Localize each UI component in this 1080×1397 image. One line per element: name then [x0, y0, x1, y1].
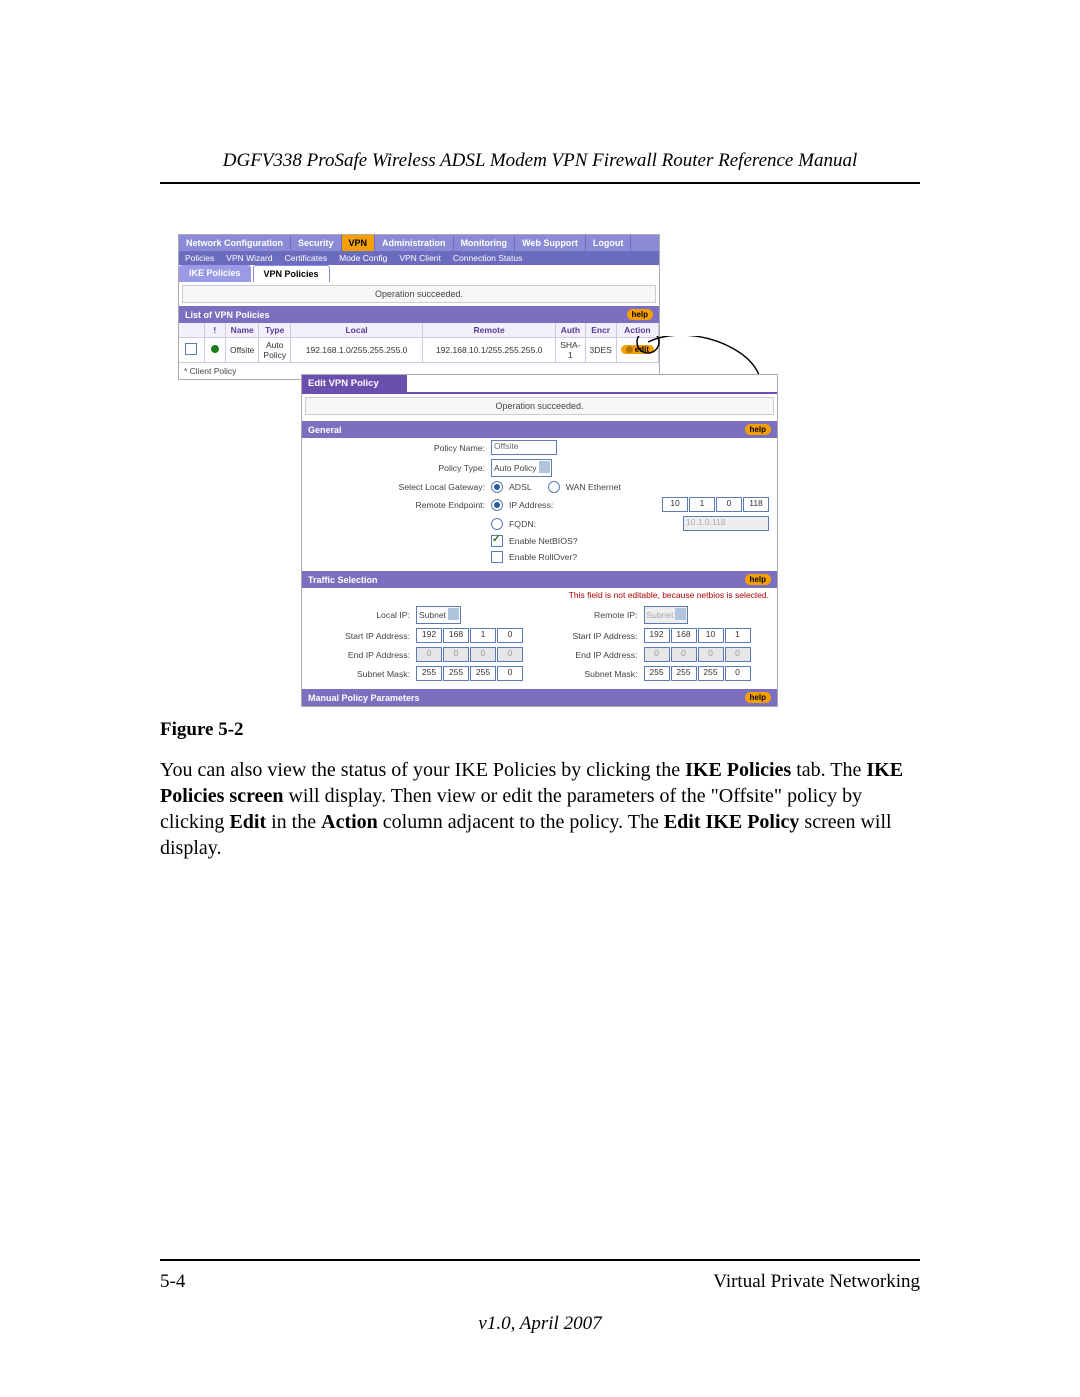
- col-local: Local: [291, 323, 423, 338]
- tabs: IKE Policies VPN Policies: [179, 265, 659, 282]
- checkbox-rollover[interactable]: [491, 551, 503, 563]
- page-number: 5-4: [160, 1271, 185, 1293]
- radio-ip-label: IP Address:: [509, 500, 553, 510]
- list-title: List of VPN Policies: [185, 310, 270, 320]
- edit-vpn-policy-panel: Edit VPN Policy Operation succeeded. Gen…: [301, 374, 778, 707]
- radio-fqdn-label: FQDN:: [509, 519, 536, 529]
- policy-type-select[interactable]: Auto Policy: [491, 459, 552, 477]
- sub-nav: Policies VPN Wizard Certificates Mode Co…: [179, 251, 659, 265]
- traffic-note: This field is not editable, because netb…: [302, 588, 777, 604]
- doc-version: v1.0, April 2007: [160, 1313, 920, 1335]
- figure-caption: Figure 5-2: [160, 719, 920, 741]
- local-ip-mode-select[interactable]: Subnet: [416, 606, 461, 624]
- operation-status: Operation succeeded.: [182, 285, 656, 303]
- nav-monitoring[interactable]: Monitoring: [454, 235, 516, 251]
- checkbox-netbios[interactable]: [491, 535, 503, 547]
- policy-type-label: Policy Type:: [310, 463, 491, 473]
- nav-netconf[interactable]: Network Configuration: [179, 235, 291, 251]
- nav-security[interactable]: Security: [291, 235, 342, 251]
- fqdn-input: 10.1.0.118: [683, 516, 769, 531]
- row-type: Auto Policy: [259, 338, 291, 363]
- radio-ip[interactable]: [491, 499, 503, 511]
- col-action: Action: [616, 323, 658, 338]
- remote-mask-label: Subnet Mask:: [548, 669, 644, 679]
- rollover-label: Enable RollOver?: [509, 552, 577, 562]
- main-nav: Network Configuration Security VPN Admin…: [179, 235, 659, 251]
- edit-panel-title: Edit VPN Policy: [302, 375, 407, 392]
- section-traffic-label: Traffic Selection: [308, 575, 378, 585]
- col-status: !: [204, 323, 226, 338]
- subnav-certificates[interactable]: Certificates: [279, 251, 334, 265]
- local-end-ip-input: 0000: [416, 647, 523, 662]
- list-header: List of VPN Policies help: [179, 306, 659, 323]
- row-checkbox[interactable]: [185, 343, 197, 355]
- nav-websupport[interactable]: Web Support: [515, 235, 586, 251]
- radio-fqdn[interactable]: [491, 518, 503, 530]
- body-paragraph: You can also view the status of your IKE…: [160, 757, 920, 861]
- help-badge[interactable]: help: [627, 309, 653, 320]
- subnav-vpnwizard[interactable]: VPN Wizard: [220, 251, 278, 265]
- section-general: General help: [302, 421, 777, 438]
- tab-ike-policies[interactable]: IKE Policies: [179, 265, 251, 282]
- subnav-modeconfig[interactable]: Mode Config: [333, 251, 393, 265]
- radio-wan-label: WAN Ethernet: [566, 482, 621, 492]
- remote-endpoint-label: Remote Endpoint:: [310, 500, 491, 510]
- help-badge[interactable]: help: [745, 692, 771, 703]
- vpn-policies-table: ! Name Type Local Remote Auth Encr Actio…: [179, 323, 659, 363]
- nav-logout[interactable]: Logout: [586, 235, 632, 251]
- local-start-label: Start IP Address:: [310, 631, 416, 641]
- figure-screenshot: Network Configuration Security VPN Admin…: [178, 234, 788, 704]
- row-name: Offsite: [226, 338, 259, 363]
- policy-name-label: Policy Name:: [310, 443, 491, 453]
- local-mask-label: Subnet Mask:: [310, 669, 416, 679]
- remote-ip-input[interactable]: 10 1 0 118: [662, 497, 769, 512]
- gateway-label: Select Local Gateway:: [310, 482, 491, 492]
- row-encr: 3DES: [585, 338, 616, 363]
- policy-name-input[interactable]: Offsite: [491, 440, 557, 455]
- subnav-vpnclient[interactable]: VPN Client: [393, 251, 447, 265]
- subnav-policies[interactable]: Policies: [179, 251, 220, 265]
- col-encr: Encr: [585, 323, 616, 338]
- col-auth: Auth: [556, 323, 585, 338]
- col-name: Name: [226, 323, 259, 338]
- radio-adsl-label: ADSL: [509, 482, 532, 492]
- remote-ip-mode-select: Subnet: [644, 606, 689, 624]
- local-start-ip-input[interactable]: 19216810: [416, 628, 523, 643]
- radio-wan[interactable]: [548, 481, 560, 493]
- vpn-policies-panel: Network Configuration Security VPN Admin…: [178, 234, 660, 380]
- section-manual-label: Manual Policy Parameters: [308, 693, 420, 703]
- operation-status-2: Operation succeeded.: [305, 397, 774, 415]
- help-badge[interactable]: help: [745, 424, 771, 435]
- remote-ip-label: Remote IP:: [548, 610, 644, 620]
- status-dot-icon: [211, 345, 219, 353]
- section-traffic: Traffic Selection help: [302, 571, 777, 588]
- col-type: Type: [259, 323, 291, 338]
- remote-start-label: Start IP Address:: [548, 631, 644, 641]
- edit-button[interactable]: edit: [621, 345, 654, 354]
- col-remote: Remote: [423, 323, 556, 338]
- section-manual: Manual Policy Parameters help: [302, 689, 777, 706]
- nav-vpn[interactable]: VPN: [342, 235, 376, 251]
- netbios-label: Enable NetBIOS?: [509, 536, 578, 546]
- page-footer: 5-4 Virtual Private Networking v1.0, Apr…: [160, 1259, 920, 1335]
- row-local: 192.168.1.0/255.255.255.0: [291, 338, 423, 363]
- row-remote: 192.168.10.1/255.255.255.0: [423, 338, 556, 363]
- remote-end-ip-input: 0000: [644, 647, 751, 662]
- radio-adsl[interactable]: [491, 481, 503, 493]
- subnav-connstatus[interactable]: Connection Status: [447, 251, 528, 265]
- row-auth: SHA-1: [556, 338, 585, 363]
- local-mask-input[interactable]: 2552552550: [416, 666, 523, 681]
- remote-end-label: End IP Address:: [548, 650, 644, 660]
- section-general-label: General: [308, 425, 342, 435]
- chapter-title: Virtual Private Networking: [713, 1271, 920, 1293]
- help-badge[interactable]: help: [745, 574, 771, 585]
- local-ip-label: Local IP:: [310, 610, 416, 620]
- local-end-label: End IP Address:: [310, 650, 416, 660]
- running-header: DGFV338 ProSafe Wireless ADSL Modem VPN …: [160, 150, 920, 182]
- remote-mask-input[interactable]: 2552552550: [644, 666, 751, 681]
- table-row: Offsite Auto Policy 192.168.1.0/255.255.…: [179, 338, 659, 363]
- nav-admin[interactable]: Administration: [375, 235, 454, 251]
- tab-vpn-policies[interactable]: VPN Policies: [253, 265, 330, 282]
- remote-start-ip-input[interactable]: 192168101: [644, 628, 751, 643]
